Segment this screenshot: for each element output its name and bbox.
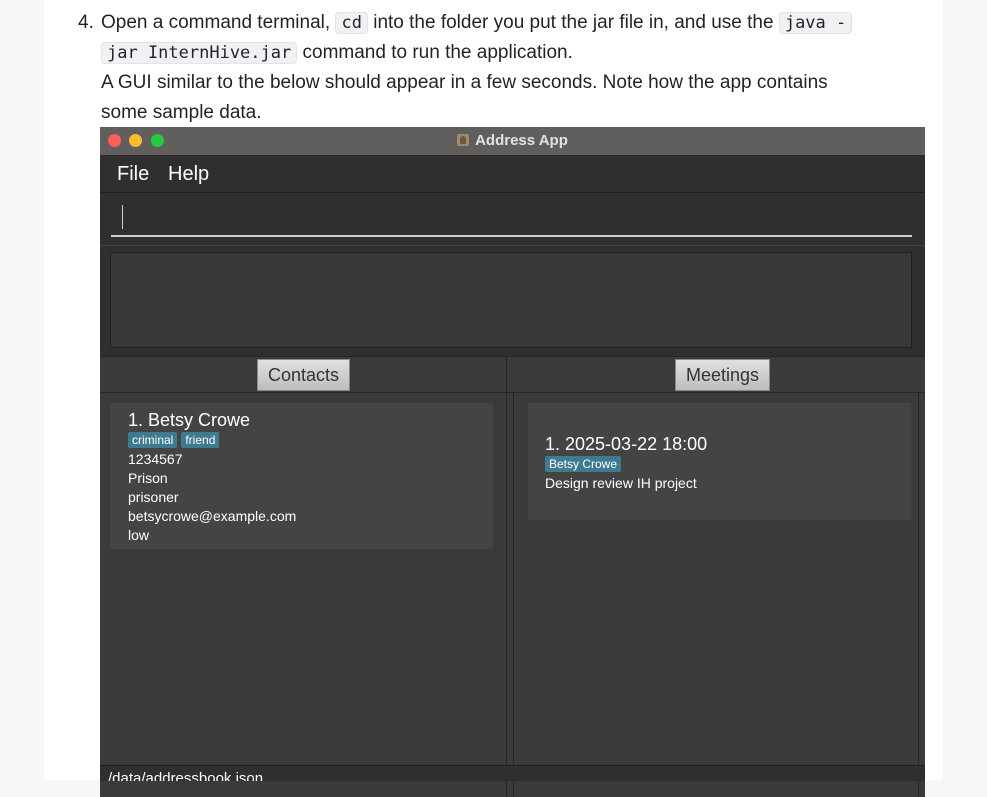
contact-role: prisoner — [128, 489, 179, 505]
meetings-panel-header: Meetings — [507, 357, 925, 393]
code-java-command-part2: jar InternHive.jar — [101, 42, 298, 64]
instruction-line-3: A GUI similar to the below should appear… — [101, 72, 828, 93]
contact-card[interactable]: 1. Betsy Crowe criminal friend 1234567 Pr… — [110, 403, 493, 549]
step-number: 4. — [78, 12, 94, 33]
contact-email: betsycrowe@example.com — [128, 508, 297, 524]
contacts-list[interactable]: 1. Betsy Crowe criminal friend 1234567 Pr… — [100, 393, 506, 797]
address-book-icon — [457, 134, 470, 146]
instruction-line-2: jar InternHive.jar command to run the ap… — [101, 38, 573, 68]
contacts-panel: Contacts 1. Betsy Crowe criminal friend 1… — [100, 357, 507, 797]
instruction-line-4: some sample data. — [101, 102, 262, 123]
instruction-line-1: Open a command terminal, cd into the fol… — [101, 8, 853, 38]
command-box — [100, 193, 925, 245]
code-java-command-part1: java - — [778, 12, 853, 34]
window-titlebar[interactable]: Address App — [100, 127, 925, 156]
address-app-window: Address App File Help Contacts 1. Betsy … — [100, 127, 925, 797]
meeting-tags: Betsy Crowe — [545, 455, 707, 474]
window-title: Address App — [100, 127, 925, 155]
contact-name: 1. Betsy Crowe — [128, 410, 251, 430]
meeting-title: 1. 2025-03-22 18:00 — [545, 434, 708, 454]
result-display-area — [100, 245, 925, 357]
instruction-text: into the folder you put the jar file in,… — [373, 12, 774, 33]
meeting-description: Design review IH project — [545, 475, 697, 491]
tag-attendee: Betsy Crowe — [545, 456, 622, 472]
menu-bar: File Help — [100, 156, 925, 193]
tag-criminal: criminal — [128, 432, 178, 448]
meetings-panel: Meetings 1. 2025-03-22 18:00 Betsy Crowe… — [507, 357, 925, 797]
contact-tags: criminal friend — [128, 431, 296, 450]
status-bar: /data/addressbook.json — [100, 765, 925, 781]
contact-phone: 1234567 — [128, 451, 183, 467]
menu-file[interactable]: File — [117, 156, 149, 192]
tag-friend: friend — [181, 432, 220, 448]
instruction-text: Open a command terminal, — [101, 12, 331, 33]
text-caret — [122, 205, 123, 229]
status-file-path: /data/addressbook.json — [108, 770, 264, 781]
contact-priority: low — [128, 527, 150, 543]
menu-help[interactable]: Help — [168, 156, 209, 192]
code-cd: cd — [335, 12, 368, 34]
meetings-button[interactable]: Meetings — [675, 359, 771, 391]
meetings-list[interactable]: 1. 2025-03-22 18:00 Betsy Crowe Design r… — [513, 393, 919, 797]
instruction-text: command to run the application. — [302, 42, 573, 63]
contacts-button[interactable]: Contacts — [257, 359, 351, 391]
window-title-text: Address App — [475, 132, 568, 149]
meeting-card[interactable]: 1. 2025-03-22 18:00 Betsy Crowe Design r… — [528, 403, 911, 520]
list-panels: Contacts 1. Betsy Crowe criminal friend 1… — [100, 356, 925, 797]
result-display — [110, 252, 912, 348]
command-input[interactable] — [111, 199, 912, 237]
contacts-panel-header: Contacts — [100, 357, 506, 393]
contact-address: Prison — [128, 470, 168, 486]
